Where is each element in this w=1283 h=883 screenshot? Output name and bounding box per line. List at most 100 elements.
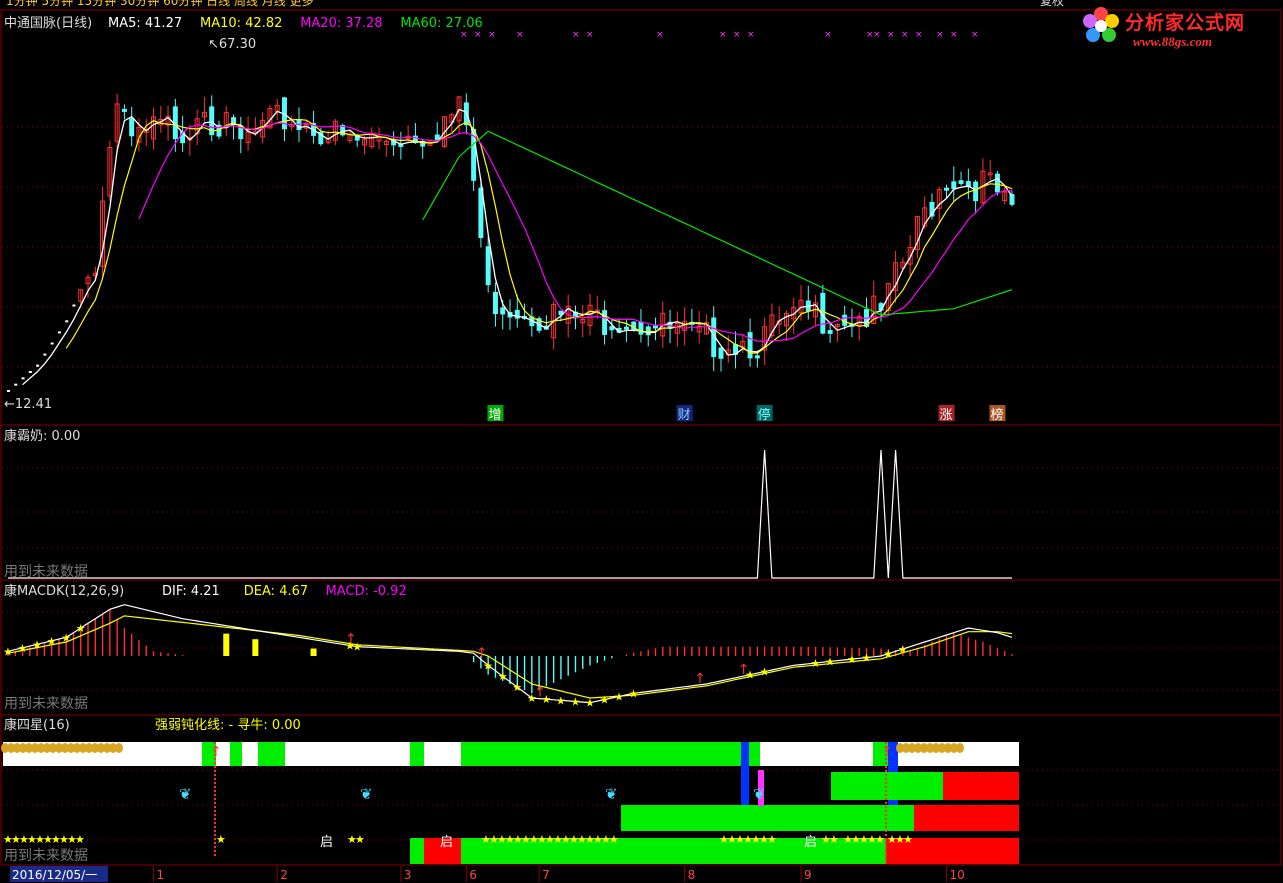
indicator-dif: DIF: 4.21 [162,584,220,599]
qi-marker-2: 启 [804,835,817,850]
row1-green-4 [461,742,760,766]
time-tick-label-1: 2 [280,868,288,882]
signal-x-mark: × [572,30,580,40]
signal-x-mark: × [936,30,944,40]
time-tick-label-4: 7 [542,868,550,882]
time-tick-label-7: 10 [950,868,965,882]
ma60-line [422,130,1013,316]
candle-down [638,321,644,335]
price-tick-mark [21,377,25,380]
signal-x-mark: × [516,30,524,40]
candle-down [718,347,724,359]
candle-down [827,330,833,334]
event-label-136: 榜 [990,407,1003,423]
coin-mark [115,743,123,753]
sixing-sublabel: 强弱钝化线: - 寻牛: 0.00 [155,718,301,733]
macd-up-arrow: ↑ [694,671,706,687]
signal-x-mark: × [901,30,909,40]
sixing-star: ★ [609,833,619,846]
coin-mark [956,743,964,753]
candle-down [485,246,491,286]
row2-red [943,772,1019,800]
candle-down [994,173,1000,193]
panel-frame-1 [0,424,1282,581]
sixing-star: ★ [903,833,913,846]
candle-down [747,332,753,359]
macd-star: ★ [825,655,835,668]
stock-chart[interactable]: 中通国脉(日线) MA5: 41.27 MA10: 42.82 MA20: 37.28… [0,0,1283,883]
candle-down [434,134,440,140]
signal-x-mark: × [971,30,979,40]
indicator-ma60: MA60: 27.06 [400,16,482,31]
macd-star: ★ [760,666,770,679]
future-data-note-2: 用到未来数据 [4,696,88,712]
macd-star: ★ [811,657,821,670]
sixing-star: ★ [216,833,226,846]
candle-down [623,326,629,330]
date-cursor-label: 2016/12/05/一 [12,868,97,882]
bana-line [8,449,1012,579]
signal-x-mark: × [824,30,832,40]
macd-star: ★ [600,694,610,707]
macd-star: ★ [629,687,639,700]
candle-down [492,291,498,315]
future-data-note-3: 用到未来数据 [4,848,88,864]
price-tick-mark [28,371,32,373]
macd-up-arrow: ↑ [476,645,488,661]
signal-x-mark: × [460,30,468,40]
event-label-104: 停 [758,407,771,423]
watermark-url: www.88gs.com [1133,34,1212,49]
signal-x-mark: × [873,30,881,40]
candle-down [653,325,658,329]
signal-x-mark: × [474,30,482,40]
flower-logo-icon [1083,7,1119,42]
macd-star: ★ [883,648,893,661]
macd-star: ★ [61,631,71,644]
candle-down [500,307,506,315]
signal-x-mark: × [887,30,895,40]
candle-down [121,108,127,112]
macd-star: ★ [498,670,508,683]
price-tick-mark [57,331,61,334]
butterfly-icon: ❦ [753,785,766,803]
event-label-67: 增 [488,408,501,423]
candle-down [645,326,651,336]
candle-down [958,180,964,184]
candle-down [129,118,135,137]
row1-green-1 [230,742,242,766]
time-tick-label-2: 3 [404,868,412,882]
macd-up-arrow: ↑ [738,662,750,678]
macd-star: ★ [3,645,13,658]
indicator-ma10: MA10: 42.82 [200,16,282,31]
watermark-title: 分析家公式网 [1125,12,1246,34]
sixing-star: ★ [875,833,885,846]
sixing-title: 康四星(16) [4,717,70,733]
macd-star: ★ [512,681,522,694]
macd-star: ★ [76,622,86,635]
signal-x-mark: × [747,30,755,40]
price-title: 中通国脉(日线) [4,16,92,31]
candle-down [754,355,760,359]
butterfly-icon: ❦ [179,785,192,803]
signal-x-mark: × [950,30,958,40]
macd-star: ★ [32,638,42,651]
high-annotation: ↖67.30 [208,37,256,52]
macd-up-arrow: ↑ [534,685,546,701]
time-tick-label-0: 1 [157,868,165,882]
future-data-note-1: 用到未来数据 [4,564,88,580]
sixing-star: ★ [75,833,85,846]
price-tick-mark [72,304,76,307]
macd-star: ★ [483,659,493,672]
price-tick-mark [36,364,40,367]
price-tick-mark [14,383,18,386]
time-tick-label-5: 8 [688,868,696,882]
candle-down [951,181,957,190]
price-tick-mark [43,353,47,356]
macd-star: ★ [847,653,857,666]
signal-x-mark: × [719,30,727,40]
macd-yellow-block [310,648,317,656]
row1-green-3 [410,742,424,766]
macd-star: ★ [570,696,580,709]
row3-red [914,805,1019,831]
indicator-macd: MACD: -0.92 [326,584,407,599]
